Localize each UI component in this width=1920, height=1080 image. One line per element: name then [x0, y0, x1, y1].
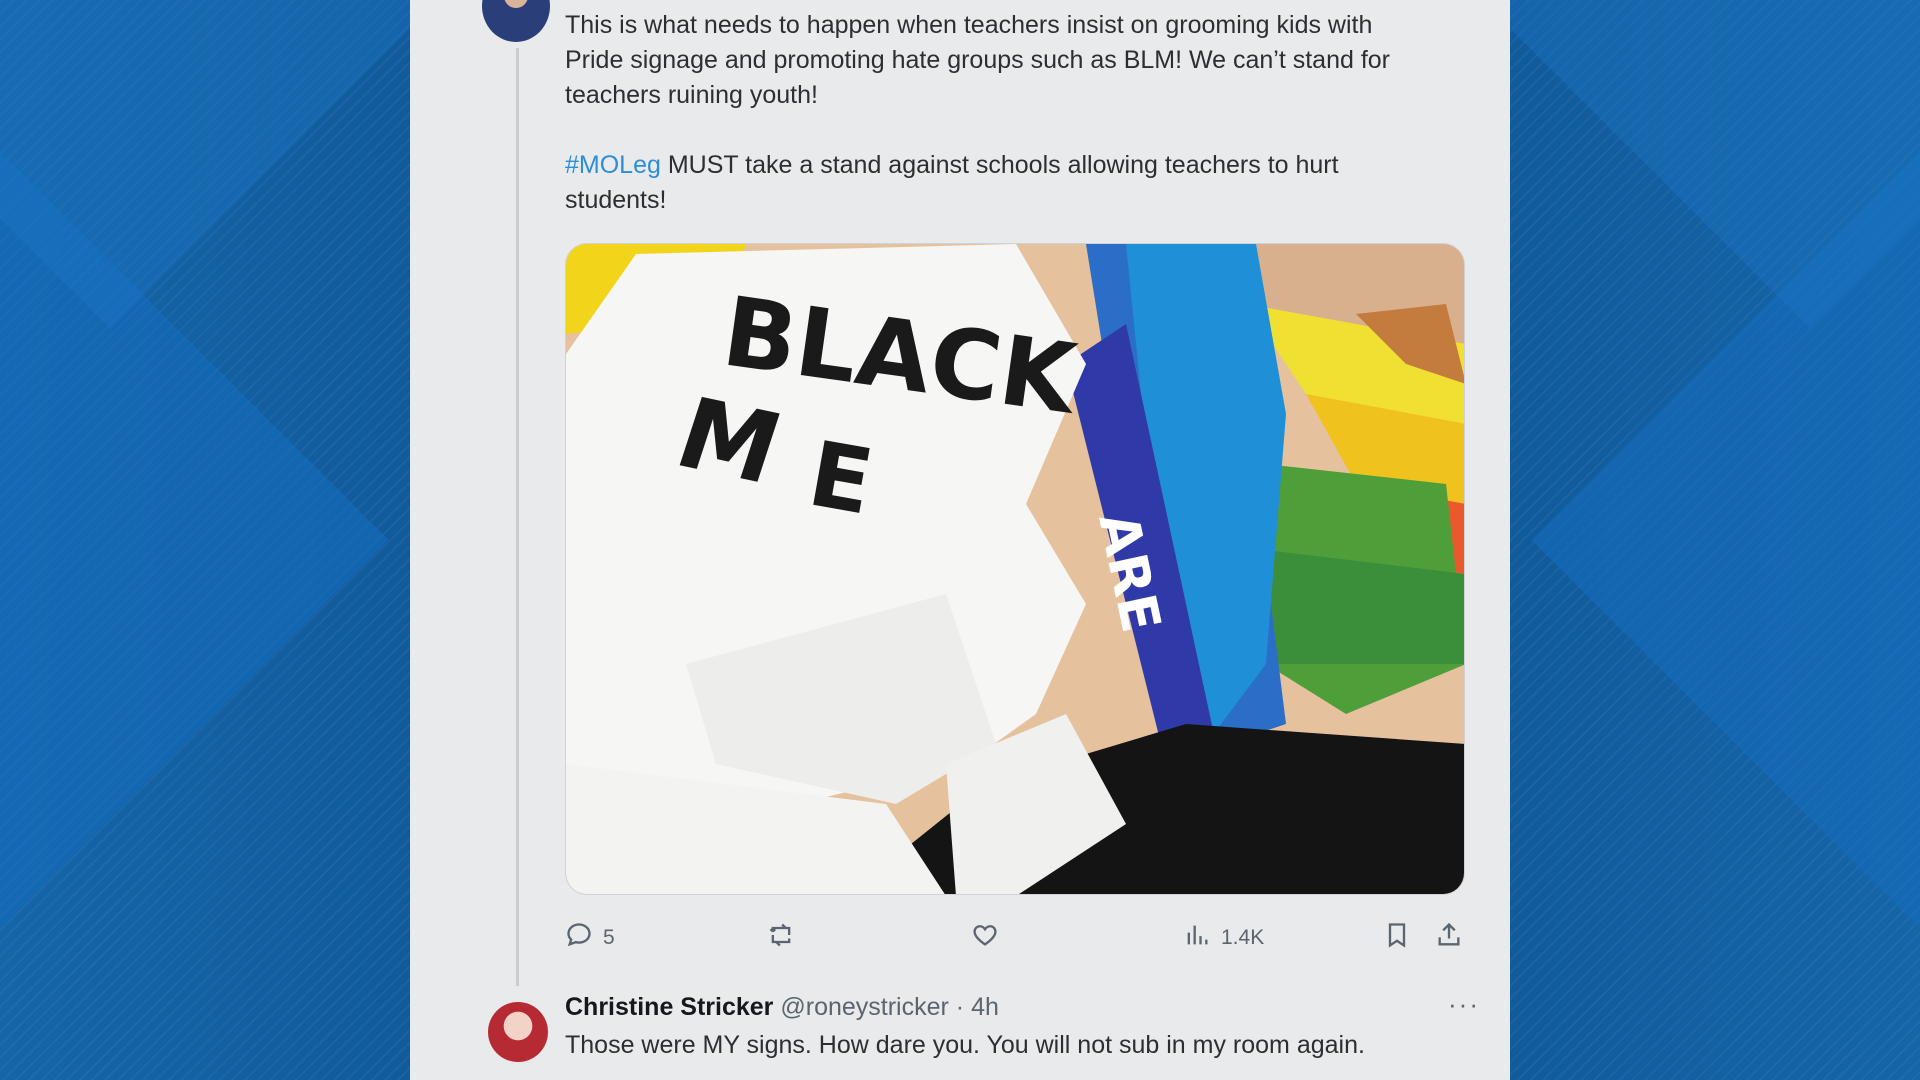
reply-author-handle[interactable]: @roneystricker [780, 993, 948, 1021]
reply-button[interactable]: 5 [565, 918, 615, 958]
reply-timestamp[interactable]: 4h [971, 993, 999, 1021]
more-options-icon[interactable]: ··· [1448, 989, 1480, 1020]
retweet-button[interactable] [767, 918, 795, 958]
torn-signs-photo: BLACK M E ARE [566, 244, 1464, 894]
bookmark-button[interactable] [1383, 918, 1411, 958]
author-avatar[interactable] [482, 0, 550, 42]
views-chart-icon [1183, 921, 1211, 955]
tweet-thread-panel: This is what needs to happen when teache… [410, 0, 1510, 1080]
reply-text: Those were MY signs. How dare you. You w… [565, 1031, 1365, 1059]
views-count: 1.4K [1221, 926, 1265, 949]
tweet-text-line: teachers ruining youth! [565, 81, 818, 109]
reply-separator: · [948, 993, 972, 1021]
hashtag-link[interactable]: #MOLeg [565, 151, 661, 179]
bookmark-icon [1383, 921, 1411, 955]
retweet-icon [767, 921, 795, 955]
tweet-text-line: #MOLeg MUST take a stand against schools… [565, 148, 1465, 183]
comment-icon [565, 921, 593, 955]
like-button[interactable] [971, 918, 999, 958]
thread-connector-line [516, 48, 519, 986]
tweet-action-bar: 5 1.4K [565, 918, 1465, 958]
tweet-text: This is what needs to happen when teache… [565, 8, 1465, 218]
tweet-text-segment: MUST take a stand against schools allowi… [660, 151, 1339, 179]
heart-icon [971, 921, 999, 955]
reply-header: Christine Stricker @roneystricker · 4h [565, 993, 999, 1022]
tweet-media-image[interactable]: BLACK M E ARE [565, 243, 1465, 895]
reply-tweet[interactable]: Christine Stricker @roneystricker · 4h ·… [410, 985, 1510, 1080]
tweet-text-line: Pride signage and promoting hate groups … [565, 46, 1391, 74]
reply-count: 5 [603, 926, 615, 949]
share-icon [1435, 921, 1463, 955]
share-button[interactable] [1435, 918, 1463, 958]
views-button[interactable]: 1.4K [1183, 918, 1264, 958]
reply-author-avatar[interactable] [488, 1002, 548, 1062]
tweet-text-line: students! [565, 186, 667, 214]
reply-author-name[interactable]: Christine Stricker [565, 993, 773, 1021]
tweet-text-line: This is what needs to happen when teache… [565, 11, 1373, 39]
